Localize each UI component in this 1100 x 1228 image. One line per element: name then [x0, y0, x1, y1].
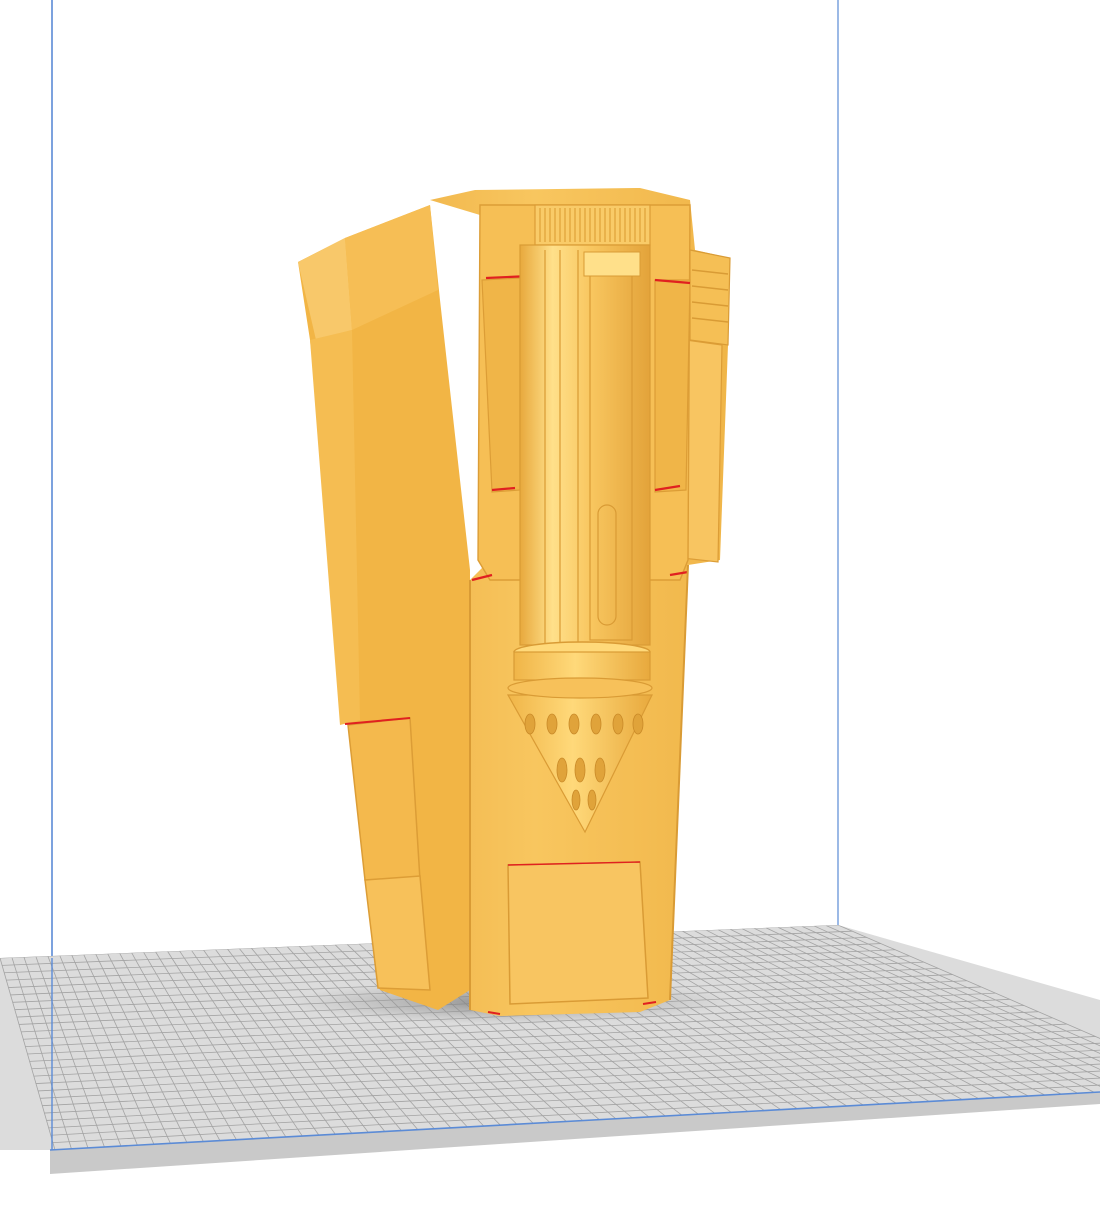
vent-hole	[574, 757, 586, 783]
vent-hole	[594, 757, 606, 783]
model-right-ribs	[689, 249, 731, 346]
vent-hole	[568, 713, 580, 735]
vent-hole	[587, 789, 597, 811]
tube-body	[519, 244, 651, 646]
scene-canvas[interactable]	[0, 0, 1100, 1228]
3d-viewport[interactable]	[0, 0, 1100, 1228]
shell-lower-plate	[347, 717, 421, 881]
3d-model-object[interactable]	[298, 188, 731, 1016]
vent-hole	[556, 757, 568, 783]
vent-hole	[571, 789, 581, 811]
cone-shoulder	[507, 677, 653, 699]
shell-side-panel	[310, 330, 360, 725]
right-rail	[654, 279, 691, 493]
tube-cap	[534, 204, 651, 246]
tube-window	[583, 251, 641, 277]
bottom-hatch	[507, 861, 649, 1005]
vent-hole	[632, 713, 644, 735]
cone-ring	[513, 651, 651, 681]
vent-hole	[590, 713, 602, 735]
shell-top-face	[298, 238, 352, 340]
vent-hole	[524, 713, 536, 735]
vent-hole	[612, 713, 624, 735]
vent-hole	[546, 713, 558, 735]
